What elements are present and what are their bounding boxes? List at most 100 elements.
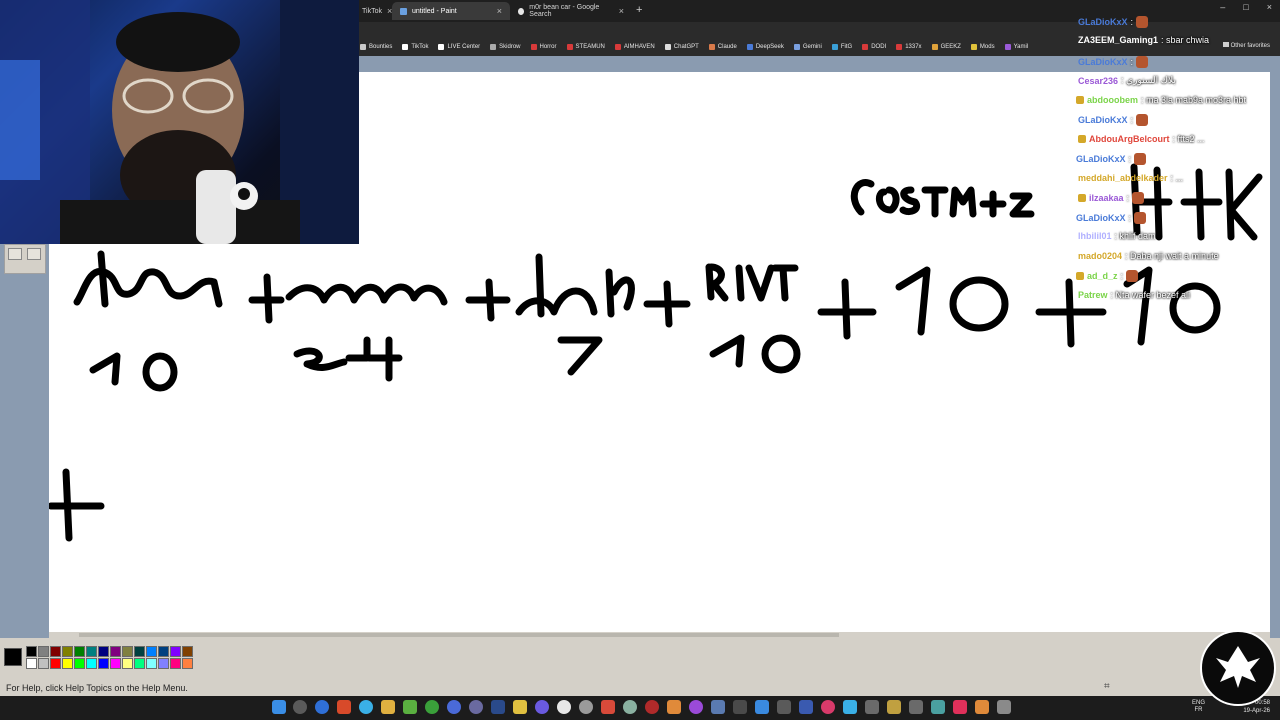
chat-username[interactable]: ad_d_z (1087, 271, 1118, 281)
palette-swatch[interactable] (62, 646, 73, 657)
palette-swatch[interactable] (26, 658, 37, 669)
chat-username[interactable]: AbdouArgBelcourt (1089, 134, 1170, 144)
bookmark[interactable]: LIVE Center (438, 44, 480, 50)
app-icon[interactable] (623, 700, 637, 714)
brave-icon[interactable] (337, 700, 351, 714)
rect-select-icon[interactable] (27, 248, 41, 260)
palette-swatch[interactable] (110, 646, 121, 657)
bookmark[interactable]: Skidrow (490, 44, 521, 50)
app-icon[interactable] (887, 700, 901, 714)
palette-swatch[interactable] (122, 646, 133, 657)
bookmark[interactable]: DODI (862, 44, 886, 50)
current-color-indicator[interactable] (4, 648, 22, 666)
chat-username[interactable]: GLaDioKxX (1078, 57, 1128, 67)
app-icon[interactable] (799, 700, 813, 714)
app-icon[interactable] (601, 700, 615, 714)
bookmark[interactable]: FitG (831, 44, 852, 50)
bookmark[interactable]: Claude (708, 44, 737, 50)
palette-swatch[interactable] (134, 658, 145, 669)
xbox-icon[interactable] (425, 700, 439, 714)
chat-username[interactable]: ZA3EEM_Gaming1 (1078, 35, 1158, 45)
palette-swatch[interactable] (74, 658, 85, 669)
palette-swatch[interactable] (62, 658, 73, 669)
chat-username[interactable]: ilzaakaa (1089, 193, 1124, 203)
chat-username[interactable]: lhbilil01 (1078, 231, 1112, 241)
bookmark[interactable]: Horror (530, 44, 557, 50)
app-icon[interactable] (469, 700, 483, 714)
palette-swatch[interactable] (134, 646, 145, 657)
app-icon[interactable] (403, 700, 417, 714)
app-icon[interactable] (909, 700, 923, 714)
app-icon[interactable] (667, 700, 681, 714)
bookmark[interactable]: Bounties (360, 44, 392, 50)
edge-icon[interactable] (315, 700, 329, 714)
free-select-icon[interactable] (8, 248, 22, 260)
app-icon[interactable] (755, 700, 769, 714)
palette-swatch[interactable] (50, 658, 61, 669)
palette-swatch[interactable] (74, 646, 85, 657)
bookmark[interactable]: GEEKZ (931, 44, 961, 50)
tiktok-icon[interactable] (953, 700, 967, 714)
bookmark[interactable]: ChatGPT (664, 44, 699, 50)
tab-google-search[interactable]: m0r bean car - Google Search × (510, 2, 632, 20)
scrollbar-thumb[interactable] (79, 633, 839, 637)
palette-swatch[interactable] (158, 658, 169, 669)
palette-swatch[interactable] (98, 646, 109, 657)
bookmark[interactable]: Mods (970, 44, 995, 50)
file-explorer-icon[interactable] (381, 700, 395, 714)
chat-username[interactable]: GLaDioKxX (1076, 213, 1126, 223)
bookmark[interactable]: 1337x (896, 44, 922, 50)
app-icon[interactable] (865, 700, 879, 714)
palette-swatch[interactable] (170, 658, 181, 669)
chat-username[interactable]: GLaDioKxX (1078, 17, 1128, 27)
app-icon[interactable] (931, 700, 945, 714)
palette-swatch[interactable] (98, 658, 109, 669)
palette-swatch[interactable] (122, 658, 133, 669)
chat-username[interactable]: meddahi_abdelkader (1078, 173, 1168, 183)
app-icon[interactable] (711, 700, 725, 714)
palette-swatch[interactable] (86, 658, 97, 669)
palette-swatch[interactable] (110, 658, 121, 669)
chat-username[interactable]: Patrew (1078, 290, 1108, 300)
bookmark[interactable]: TikTok (402, 44, 428, 50)
discord-icon[interactable] (535, 700, 549, 714)
bookmark[interactable]: STEAMUN (566, 44, 605, 50)
close-icon[interactable]: × (619, 6, 624, 16)
app-icon[interactable] (689, 700, 703, 714)
palette-swatch[interactable] (182, 658, 193, 669)
vlc-icon[interactable] (975, 700, 989, 714)
tab-tiktok[interactable]: TikTok × (354, 2, 392, 20)
chat-username[interactable]: mado0204 (1078, 251, 1122, 261)
palette-swatch[interactable] (38, 646, 49, 657)
app-icon[interactable] (645, 700, 659, 714)
search-icon[interactable] (293, 700, 307, 714)
app-icon[interactable] (447, 700, 461, 714)
app-icon[interactable] (997, 700, 1011, 714)
palette-swatch[interactable] (170, 646, 181, 657)
palette-swatch[interactable] (38, 658, 49, 669)
chat-username[interactable]: abdooobem (1087, 95, 1138, 105)
app-icon[interactable] (733, 700, 747, 714)
new-tab-icon[interactable]: + (636, 4, 642, 16)
palette-swatch[interactable] (50, 646, 61, 657)
steam-icon[interactable] (491, 700, 505, 714)
palette-swatch[interactable] (86, 646, 97, 657)
bookmark[interactable]: DeepSeek (746, 44, 784, 50)
tab-paint[interactable]: untitled - Paint × (392, 2, 510, 20)
chat-username[interactable]: GLaDioKxX (1078, 115, 1128, 125)
bookmark[interactable]: Yamil (1004, 44, 1028, 50)
palette-swatch[interactable] (146, 646, 157, 657)
app-icon[interactable] (821, 700, 835, 714)
bookmark[interactable]: AIMHAVEN (614, 44, 655, 50)
app-icon[interactable] (579, 700, 593, 714)
chat-username[interactable]: Cesar236 (1078, 76, 1118, 86)
app-icon[interactable] (843, 700, 857, 714)
google-icon[interactable] (557, 700, 571, 714)
palette-swatch[interactable] (26, 646, 37, 657)
palette-swatch[interactable] (182, 646, 193, 657)
browser-icon[interactable] (359, 700, 373, 714)
chat-username[interactable]: GLaDioKxX (1076, 154, 1126, 164)
palette-swatch[interactable] (158, 646, 169, 657)
start-icon[interactable] (272, 700, 286, 714)
palette-swatch[interactable] (146, 658, 157, 669)
